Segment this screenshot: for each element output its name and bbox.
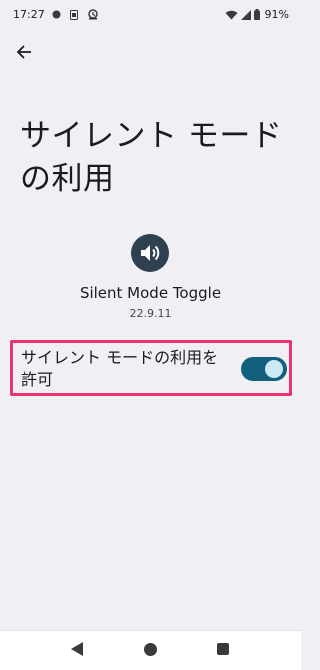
record-icon <box>52 10 61 19</box>
permission-toggle[interactable] <box>241 357 287 381</box>
speaker-icon <box>141 245 160 261</box>
permission-label: サイレント モードの利用を許可 <box>21 348 219 389</box>
battery-icon <box>253 9 260 20</box>
status-bar: 17:27 91% <box>0 0 301 30</box>
signal-icon <box>240 9 251 20</box>
nav-home-icon[interactable] <box>144 643 157 656</box>
sim-icon <box>70 9 78 20</box>
nav-back-icon[interactable] <box>70 641 84 657</box>
wifi-icon <box>225 10 238 19</box>
back-button[interactable] <box>10 38 38 66</box>
status-time: 17:27 <box>13 8 45 21</box>
battery-percentage: 91% <box>264 8 289 21</box>
arrow-back-icon <box>16 45 31 59</box>
toggle-thumb <box>265 360 283 378</box>
app-icon <box>131 234 169 272</box>
nav-recents-icon[interactable] <box>217 643 229 655</box>
page-title: サイレント モードの利用 <box>20 118 283 197</box>
vpn-icon <box>88 9 98 20</box>
permission-row[interactable]: サイレント モードの利用を許可 <box>10 340 292 396</box>
app-name: Silent Mode Toggle <box>79 284 222 302</box>
status-left-icons <box>52 9 99 20</box>
status-right: 91% <box>225 8 289 21</box>
navigation-bar <box>0 630 301 670</box>
app-version: 22.9.11 <box>129 307 172 320</box>
